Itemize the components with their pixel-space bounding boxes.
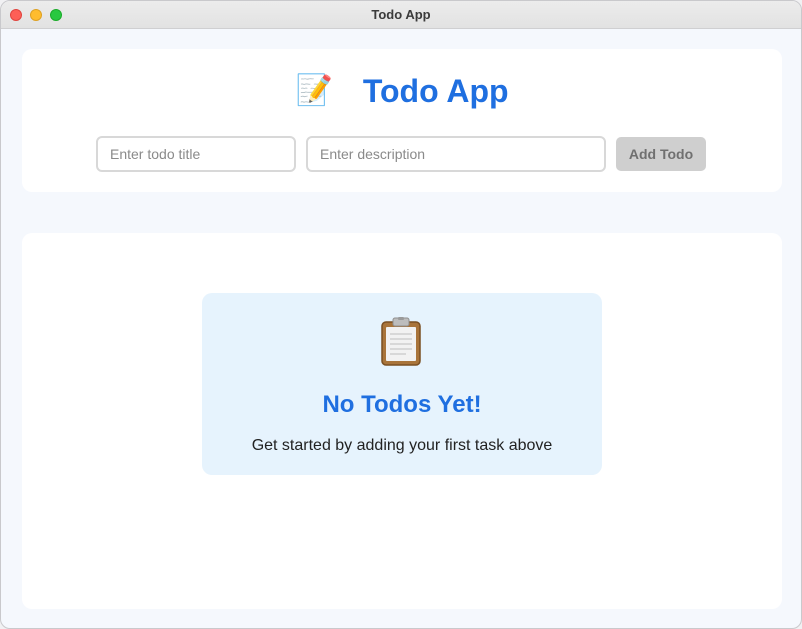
window-title: Todo App	[371, 7, 431, 22]
app-window: Todo App 📝 Todo App Add Todo	[0, 0, 802, 629]
memo-icon: 📝	[295, 74, 333, 107]
todo-title-input[interactable]	[96, 136, 296, 172]
header-card: 📝 Todo App Add Todo	[22, 49, 782, 192]
clipboard-icon	[381, 317, 421, 366]
title-bar: Todo App	[1, 1, 801, 29]
add-todo-button[interactable]: Add Todo	[616, 137, 706, 171]
todo-list-card: No Todos Yet! Get started by adding your…	[22, 233, 782, 609]
app-heading: 📝 Todo App	[22, 71, 782, 111]
empty-state: No Todos Yet! Get started by adding your…	[202, 293, 602, 475]
empty-state-title: No Todos Yet!	[322, 391, 482, 418]
app-title: Todo App	[362, 72, 509, 109]
empty-state-subtitle: Get started by adding your first task ab…	[251, 437, 553, 454]
todo-description-input[interactable]	[306, 136, 606, 172]
